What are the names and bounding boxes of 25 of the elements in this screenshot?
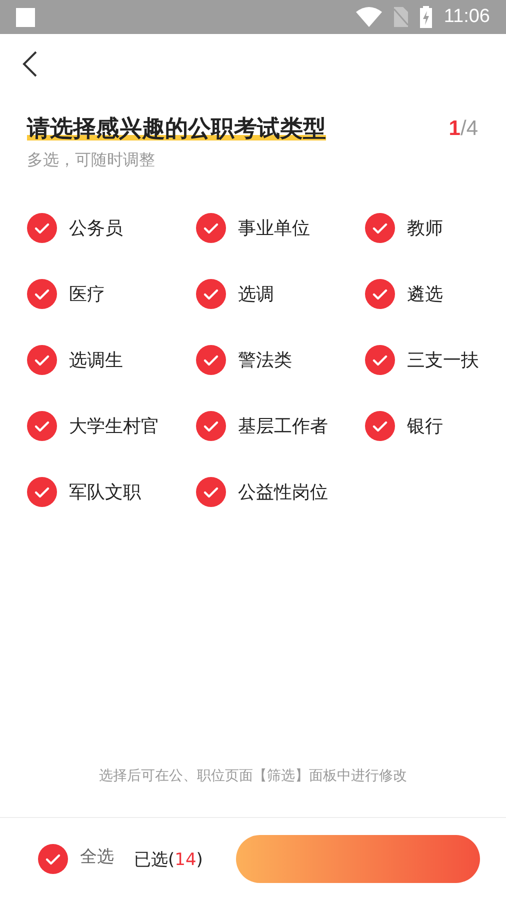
option-item[interactable]: 选调生 xyxy=(27,345,196,375)
option-item[interactable]: 事业单位 xyxy=(196,213,365,243)
option-item[interactable]: 银行 xyxy=(365,411,505,441)
option-item[interactable]: 基层工作者 xyxy=(196,411,365,441)
no-sim-icon xyxy=(394,7,408,27)
next-button[interactable] xyxy=(236,835,480,883)
battery-charging-icon xyxy=(420,6,432,28)
select-all-checkbox[interactable]: 全选 xyxy=(38,844,114,874)
option-item[interactable]: 警法类 xyxy=(196,345,365,375)
subtitle: 多选，可随时调整 xyxy=(26,149,156,171)
option-item[interactable]: 选调 xyxy=(196,279,365,309)
clock-time: 11:06 xyxy=(444,6,490,28)
option-item[interactable]: 公务员 xyxy=(27,213,196,243)
option-item[interactable]: 遴选 xyxy=(365,279,505,309)
option-item[interactable]: 教师 xyxy=(365,213,505,243)
option-item[interactable]: 公益性岗位 xyxy=(196,477,365,507)
notification-icon xyxy=(16,8,35,26)
option-item[interactable]: 军队文职 xyxy=(27,477,196,507)
hint-text: 选择后可在公、职位页面【筛选】面板中进行修改 xyxy=(98,767,408,786)
option-item[interactable]: 三支一扶 xyxy=(365,345,505,375)
option-item[interactable]: 医疗 xyxy=(27,279,196,309)
option-item[interactable]: 大学生村官 xyxy=(27,411,196,441)
selected-count: 已选(14) xyxy=(134,848,203,870)
step-counter: 1/4 xyxy=(448,117,478,141)
wifi-icon xyxy=(356,7,382,27)
